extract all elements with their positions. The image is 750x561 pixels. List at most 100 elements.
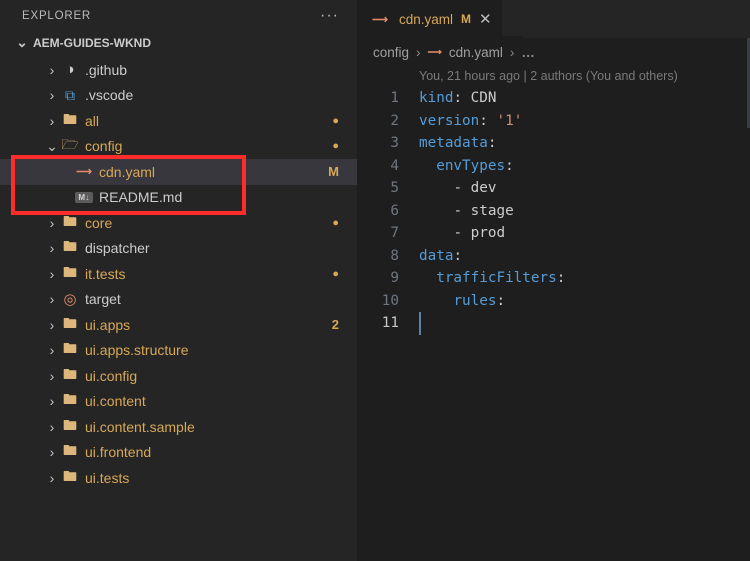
folder-icon: 🖿: [61, 440, 79, 464]
git-modified-flag: M: [328, 164, 357, 179]
git-change-count: 2: [332, 317, 357, 332]
tree-item-label: it.tests: [85, 266, 332, 282]
line-gutter: 1 2 3 4 5 6 7 8 9 10 11: [357, 87, 405, 335]
tree-item-label: ui.apps: [85, 317, 332, 333]
tree-item[interactable]: ›⟶cdn.yamlM: [0, 159, 357, 185]
tab-label: cdn.yaml: [399, 12, 453, 27]
file-tree: ›◑.github›⧉.vscode›🖿all●⌄🗁config●›⟶cdn.y…: [0, 55, 357, 561]
tab-cdn-yaml[interactable]: ⟶ cdn.yaml M ✕: [357, 0, 503, 38]
tree-item[interactable]: ›🖿ui.tests: [0, 465, 357, 491]
tree-item-label: ui.content.sample: [85, 419, 339, 435]
code-line[interactable]: envTypes:: [419, 155, 565, 178]
folder-icon: 🖿: [61, 211, 79, 235]
tab-bar: ⟶ cdn.yaml M ✕: [357, 0, 750, 38]
tree-item-label: cdn.yaml: [99, 164, 328, 180]
more-actions-icon[interactable]: ···: [320, 12, 339, 20]
chevron-right-icon[interactable]: ›: [44, 317, 60, 333]
chevron-right-icon[interactable]: ›: [44, 419, 60, 435]
line-number: 4: [357, 155, 399, 178]
chevron-right-icon[interactable]: ›: [44, 470, 60, 486]
line-number: 3: [357, 132, 399, 155]
chevron-right-icon[interactable]: ›: [44, 215, 60, 231]
tree-item[interactable]: ›M↓README.md: [0, 185, 357, 211]
tree-item-label: .vscode: [85, 87, 339, 103]
tree-item[interactable]: ›⧉.vscode: [0, 83, 357, 109]
code-line[interactable]: [419, 312, 565, 335]
folder-icon: 🖿: [61, 262, 79, 286]
code-area[interactable]: 1 2 3 4 5 6 7 8 9 10 11 kind: CDN versio…: [357, 87, 750, 335]
tree-item-label: all: [85, 113, 332, 129]
yaml-icon: ⟶: [75, 165, 93, 178]
tree-item[interactable]: ›🖿 dispatcher: [0, 236, 357, 262]
folder-open-icon: 🗁: [61, 134, 79, 158]
folder-icon: 🖿: [61, 415, 79, 439]
tree-item[interactable]: ›◎target: [0, 287, 357, 313]
tree-item[interactable]: ›🖿 all●: [0, 108, 357, 134]
tree-item[interactable]: ⌄🗁config●: [0, 134, 357, 160]
yaml-icon: ⟶: [428, 47, 442, 58]
chevron-right-icon[interactable]: ›: [44, 113, 60, 129]
folder-icon: 🖿: [61, 389, 79, 413]
git-modified-dot: ●: [332, 140, 357, 152]
tree-item-label: ui.config: [85, 368, 339, 384]
breadcrumb[interactable]: config › ⟶ cdn.yaml › …: [357, 38, 750, 67]
line-number: 9: [357, 267, 399, 290]
gitlens-blame[interactable]: You, 21 hours ago | 2 authors (You and o…: [357, 67, 750, 87]
tree-item[interactable]: ›🖿 ui.content.sample: [0, 414, 357, 440]
code-line[interactable]: rules:: [419, 290, 565, 313]
code-lines[interactable]: kind: CDN version: '1' metadata: envType…: [405, 87, 565, 335]
yaml-icon: ⟶: [371, 13, 389, 26]
code-line[interactable]: version: '1': [419, 110, 565, 133]
workspace-header[interactable]: ⌄ AEM-GUIDES-WKND: [0, 30, 357, 55]
tree-item[interactable]: ›🖿core●: [0, 210, 357, 236]
chevron-right-icon[interactable]: ›: [44, 444, 60, 460]
editor-pane: ⟶ cdn.yaml M ✕ config › ⟶ cdn.yaml › … Y…: [357, 0, 750, 561]
folder-icon: 🖿: [61, 236, 79, 260]
folder-icon: 🖿: [61, 109, 79, 133]
git-modified-dot: ●: [332, 268, 357, 280]
tree-item[interactable]: ›🖿ui.config: [0, 363, 357, 389]
code-line[interactable]: kind: CDN: [419, 87, 565, 110]
chevron-right-icon[interactable]: ›: [44, 393, 60, 409]
tree-item[interactable]: ›🖿ui.frontend: [0, 440, 357, 466]
chevron-right-icon[interactable]: ›: [44, 266, 60, 282]
chevron-right-icon[interactable]: ›: [44, 62, 60, 78]
line-number: 5: [357, 177, 399, 200]
chevron-right-icon[interactable]: ›: [44, 87, 60, 103]
chevron-right-icon[interactable]: ›: [44, 240, 60, 256]
line-number: 10: [357, 290, 399, 313]
tree-item-label: target: [85, 291, 339, 307]
git-modified-dot: ●: [332, 217, 357, 229]
code-line[interactable]: - stage: [419, 200, 565, 223]
git-modified-dot: ●: [332, 115, 357, 127]
tree-item[interactable]: ›◑.github: [0, 57, 357, 83]
breadcrumb-seg[interactable]: config: [373, 45, 409, 60]
line-number: 8: [357, 245, 399, 268]
breadcrumb-seg[interactable]: cdn.yaml: [449, 45, 503, 60]
tree-item-label: ui.apps.structure: [85, 342, 339, 358]
chevron-right-icon[interactable]: ›: [44, 342, 60, 358]
tree-item-label: README.md: [99, 189, 339, 205]
tree-item-label: dispatcher: [85, 240, 339, 256]
breadcrumb-ellipsis[interactable]: …: [521, 45, 535, 60]
line-number: 7: [357, 222, 399, 245]
code-line[interactable]: - dev: [419, 177, 565, 200]
chevron-right-icon[interactable]: ›: [44, 291, 60, 307]
code-line[interactable]: trafficFilters:: [419, 267, 565, 290]
explorer-title: EXPLORER: [22, 10, 91, 22]
tree-item[interactable]: ›🖿ui.apps.structure: [0, 338, 357, 364]
chevron-right-icon[interactable]: ›: [44, 368, 60, 384]
explorer-header: EXPLORER ···: [0, 0, 357, 30]
tree-item[interactable]: ›🖿ui.apps2: [0, 312, 357, 338]
code-line[interactable]: data:: [419, 245, 565, 268]
line-number: 6: [357, 200, 399, 223]
github-icon: ◑: [61, 61, 79, 78]
markdown-icon: M↓: [75, 192, 93, 203]
code-line[interactable]: metadata:: [419, 132, 565, 155]
tree-item[interactable]: ›🖿 it.tests●: [0, 261, 357, 287]
tree-item[interactable]: ›🖿ui.content: [0, 389, 357, 415]
chevron-down-icon[interactable]: ⌄: [44, 138, 60, 155]
close-icon[interactable]: ✕: [479, 10, 492, 28]
code-line[interactable]: - prod: [419, 222, 565, 245]
folder-icon: 🖿: [61, 466, 79, 490]
